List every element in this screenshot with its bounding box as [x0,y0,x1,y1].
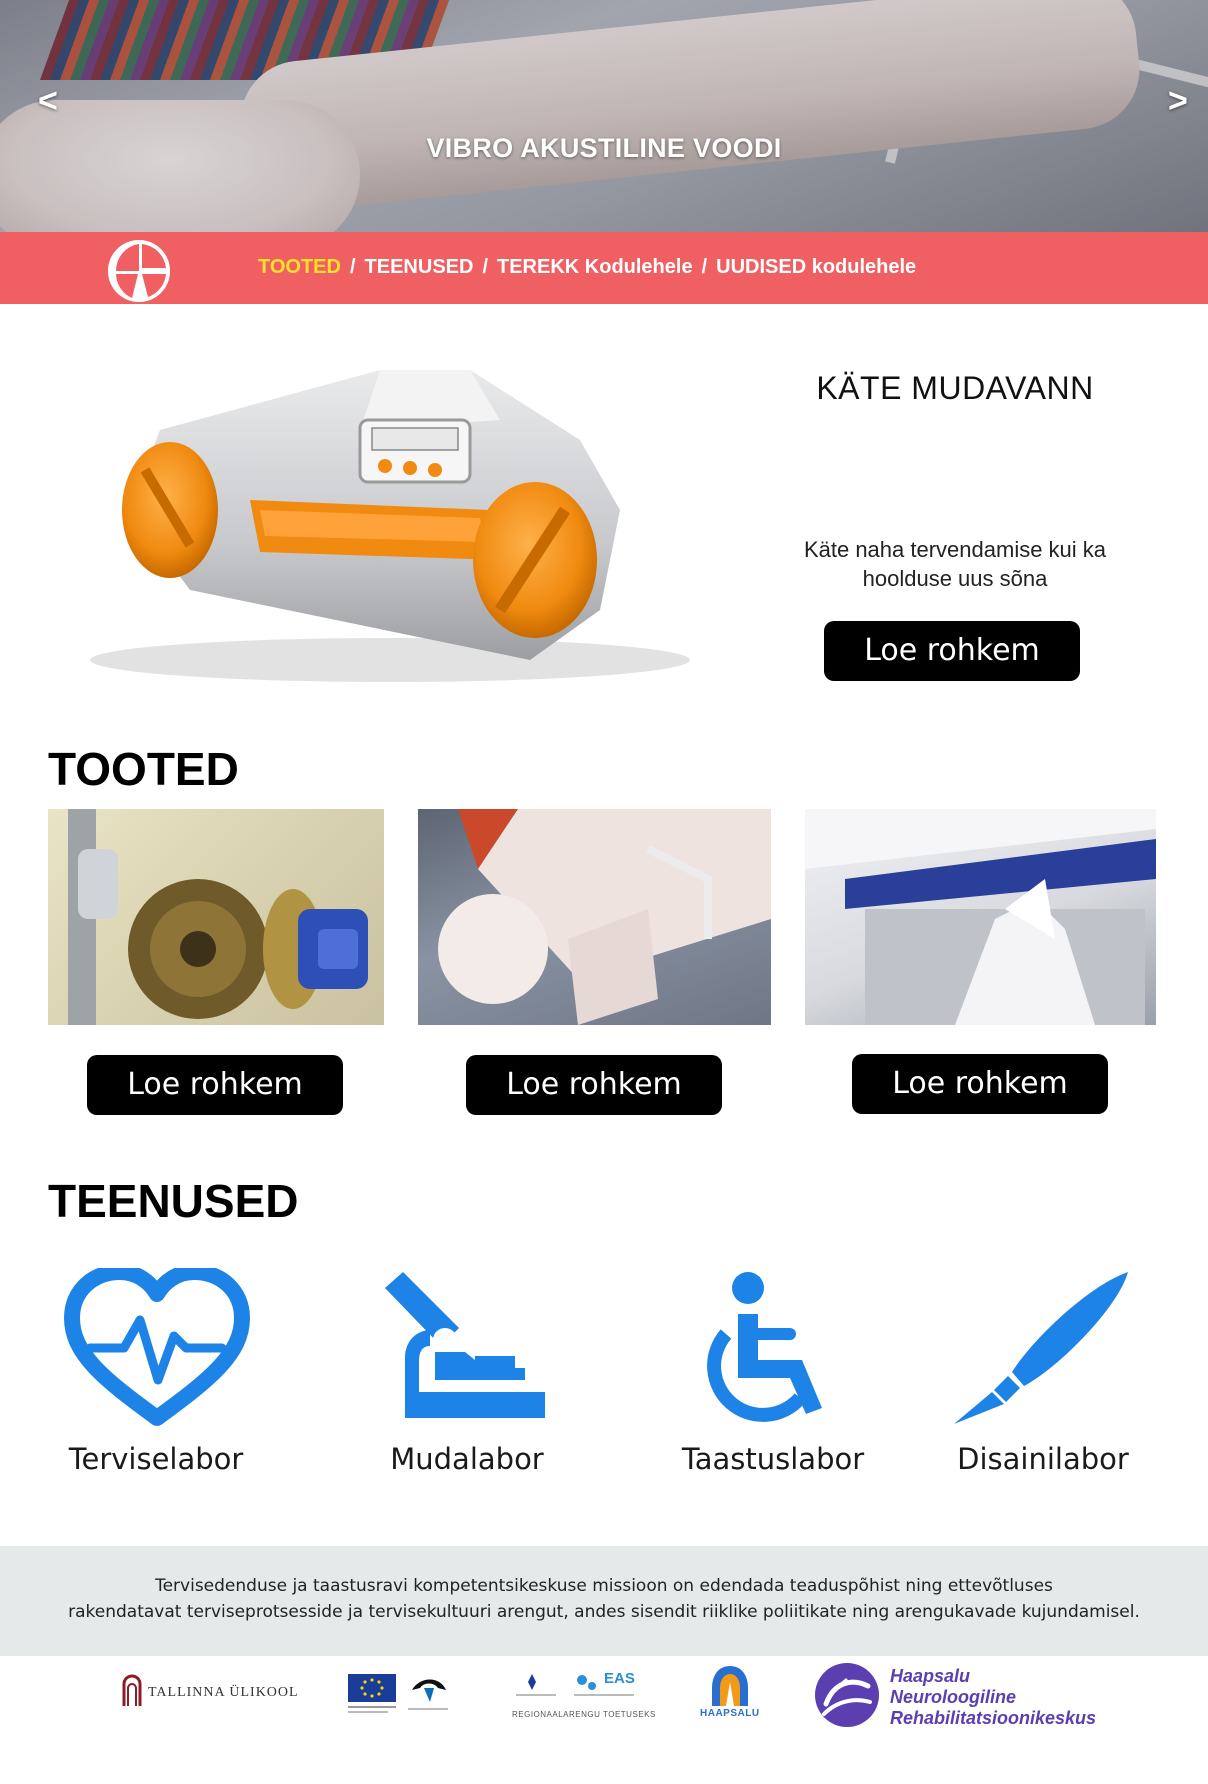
hero-shade [0,0,1208,232]
partner-hnrk-line-3: Rehabilitatsioonikeskus [890,1708,1097,1728]
partner-eas-text: EAS [604,1670,635,1687]
partner-logo-eu-fund[interactable] [346,1672,456,1718]
feature-product-image [60,360,700,700]
footer-mission-text: Tervisedenduse ja taastusravi kompetents… [54,1573,1154,1625]
partner-haapsalu-text: HAAPSALU [700,1708,760,1719]
feature-title: KÄTE MUDAVANN [816,370,1094,406]
wheelchair-icon[interactable] [682,1268,872,1428]
partner-tlu-text: TALLINNA ÜLIKOOL [148,1685,299,1700]
partner-hnrk-text: Haapsalu Neuroloogiline Rehabilitatsioon… [890,1666,1096,1729]
nav-link-uudised[interactable]: UUDISED kodulehele [716,256,916,278]
main-navbar: TOOTED / TEENUSED / TEREKK Kodulehele / UUDISE… [0,232,1208,304]
footer-mission-line-1: Tervisedenduse ja taastusravi kompetents… [155,1576,1053,1596]
product-read-more-button-3[interactable]: Loe rohkem [852,1054,1108,1114]
product-image-3[interactable] [805,809,1156,1025]
slider-prev-button[interactable]: < [38,82,58,121]
feature-read-more-button[interactable]: Loe rohkem [824,621,1080,681]
nav-link-teenused[interactable]: TEENUSED [365,256,474,278]
microscope-icon[interactable] [375,1268,565,1428]
tooted-heading: TOOTED [48,743,239,795]
partner-hnrk-line-1: Haapsalu [890,1666,971,1686]
partner-regional-text: REGIONAALARENGU TOETUSEKS [512,1710,656,1719]
hero-title: VIBRO AKUSTILINE VOODI [426,133,782,163]
partner-logo-hnrk[interactable]: Haapsalu Neuroloogiline Rehabilitatsioon… [812,1660,1102,1736]
product-read-more-button-1[interactable]: Loe rohkem [87,1055,343,1115]
product-image-1[interactable] [48,809,384,1025]
scalpel-icon[interactable] [948,1268,1138,1428]
nav-separator: / [349,256,356,278]
partner-logo-eas[interactable]: EAS REGIONAALARENGU TOETUSEKS [512,1668,655,1724]
nav-separator: / [482,256,488,278]
service-label-mudalabor[interactable]: Mudalabor [347,1442,587,1476]
product-image-2[interactable] [418,809,771,1025]
hero-slider: VIBRO AKUSTILINE VOODI < > [0,0,1208,232]
nav-link-tooted[interactable]: TOOTED [258,256,341,278]
product-read-more-button-2[interactable]: Loe rohkem [466,1055,722,1115]
teenused-heading: TEENUSED [48,1175,299,1227]
nav-links: TOOTED / TEENUSED / TEREKK Kodulehele / UUDISE… [258,256,916,279]
slider-next-button[interactable]: > [1168,82,1188,121]
feature-description: Käte naha tervendamise kui ka hoolduse u… [803,537,1107,591]
partner-logo-tallinna-ulikool[interactable]: TALLINNA ÜLIKOOL [118,1668,298,1714]
nav-link-terekk[interactable]: TEREKK Kodulehele [497,256,693,278]
site-logo[interactable] [108,240,170,302]
service-label-disainilabor[interactable]: Disainilabor [923,1442,1163,1476]
service-label-taastuslabor[interactable]: Taastuslabor [653,1442,893,1476]
service-label-terviselabor[interactable]: Terviselabor [36,1442,276,1476]
nav-separator: / [701,256,708,278]
partner-logo-haapsalu[interactable]: HAAPSALU [698,1662,762,1728]
heart-pulse-icon[interactable] [62,1264,252,1428]
partner-hnrk-line-2: Neuroloogiline [890,1687,1016,1707]
footer-mission-line-2: rakendatavat terviseprotsesside ja tervi… [68,1602,1140,1622]
